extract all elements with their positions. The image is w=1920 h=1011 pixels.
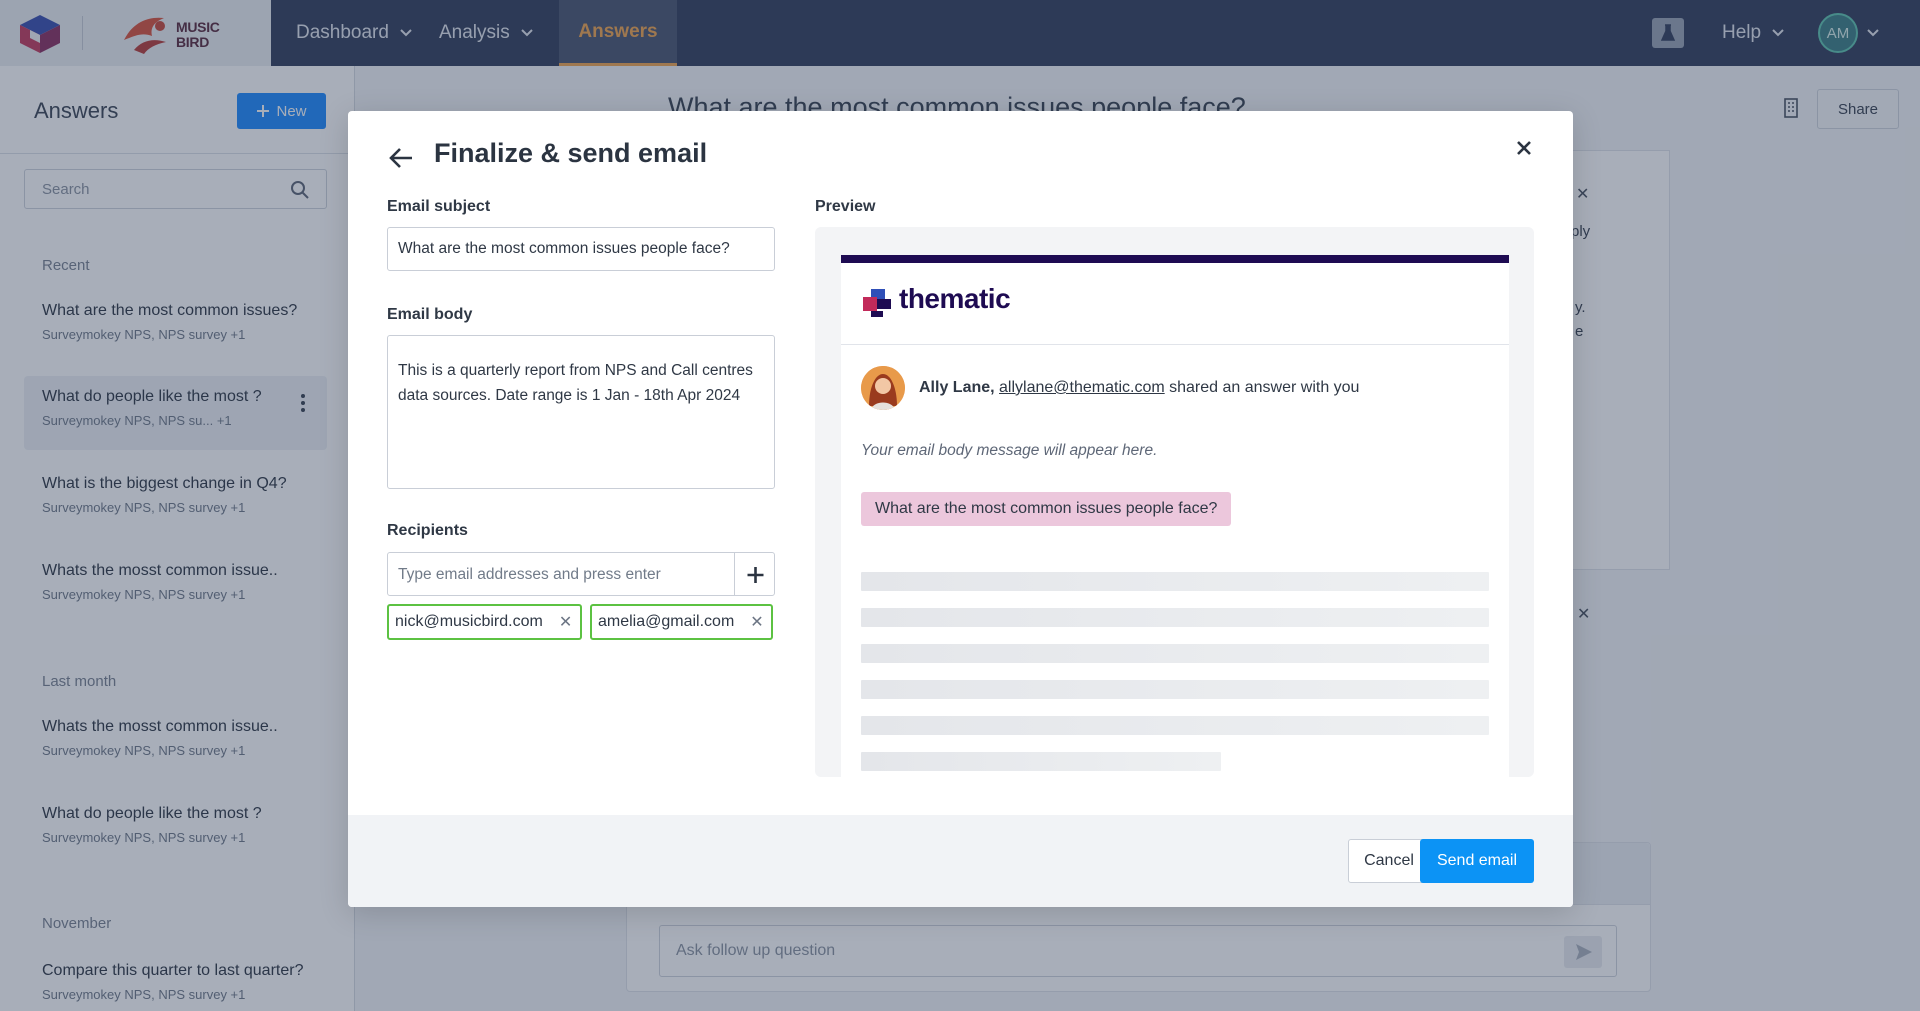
email-body-placeholder: Your email body message will appear here… (861, 442, 1158, 459)
sender-avatar (861, 366, 905, 410)
email-body-label: Email body (387, 306, 473, 323)
plus-icon (747, 567, 764, 583)
preview-label: Preview (815, 198, 876, 215)
skeleton-line (861, 644, 1489, 663)
email-body-textarea[interactable]: This is a quarterly report from NPS and … (387, 335, 775, 489)
skeleton-line (861, 716, 1489, 735)
email-header: thematic (841, 263, 1509, 345)
send-email-modal: Finalize & send email Email subject What… (348, 111, 1573, 907)
email-preview-card: thematic Ally Lane, allylane@thematic.co… (841, 255, 1509, 777)
modal-title: Finalize & send email (434, 138, 708, 168)
cancel-button[interactable]: Cancel (1348, 839, 1430, 883)
recipient-chip: amelia@gmail.com ✕ (590, 604, 773, 640)
send-email-button[interactable]: Send email (1420, 839, 1534, 883)
sender-name: Ally Lane, (919, 379, 995, 396)
remove-chip-icon[interactable]: ✕ (750, 612, 763, 632)
recipient-email: amelia@gmail.com (598, 613, 735, 630)
modal-footer: Cancel Send email (348, 815, 1573, 907)
sender-email: allylane@thematic.com (999, 379, 1165, 396)
recipients-label: Recipients (387, 522, 468, 539)
recipient-email: nick@musicbird.com (395, 613, 543, 630)
close-icon[interactable] (1515, 139, 1533, 157)
person-avatar-icon (861, 366, 905, 410)
thematic-logo-icon (863, 289, 891, 317)
add-recipient-button[interactable] (734, 552, 775, 596)
email-subject-input[interactable]: What are the most common issues people f… (387, 227, 775, 271)
email-subject-label: Email subject (387, 198, 491, 215)
back-arrow-icon[interactable] (388, 145, 414, 171)
skeleton-line (861, 572, 1489, 591)
skeleton-line (861, 680, 1489, 699)
shared-text: shared an answer with you (1169, 379, 1360, 396)
sender-line: Ally Lane, allylane@thematic.com shared … (919, 379, 1359, 397)
thematic-wordmark: thematic (899, 283, 1011, 314)
skeleton-line (861, 752, 1221, 771)
skeleton-line (861, 608, 1489, 627)
question-pill: What are the most common issues people f… (861, 492, 1232, 526)
email-preview: thematic Ally Lane, allylane@thematic.co… (815, 227, 1534, 777)
recipient-chip: nick@musicbird.com ✕ (387, 604, 582, 640)
recipients-placeholder: Type email addresses and press enter (398, 566, 661, 583)
remove-chip-icon[interactable]: ✕ (559, 612, 572, 632)
recipients-input[interactable]: Type email addresses and press enter (387, 552, 735, 596)
